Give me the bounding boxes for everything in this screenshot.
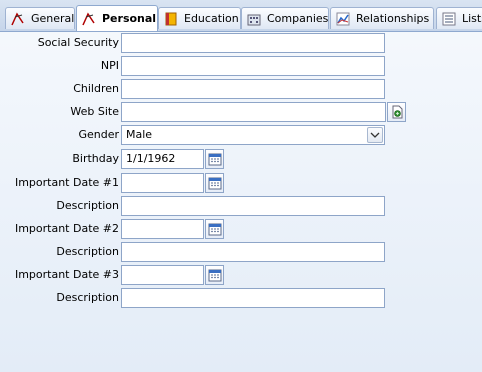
- browse-web-icon: [389, 104, 405, 123]
- personal-tab-icon: [81, 11, 97, 27]
- description-3-field[interactable]: [121, 288, 385, 308]
- important-date-3-label: Important Date #3: [14, 268, 119, 281]
- lists-icon: [441, 11, 457, 27]
- npi-label: NPI: [100, 59, 119, 72]
- browse-web-button[interactable]: [387, 102, 406, 122]
- chevron-down-icon: [369, 129, 381, 144]
- tab-lists-label: Lists: [462, 12, 482, 25]
- children-field[interactable]: [121, 79, 385, 99]
- social-security-field[interactable]: [121, 33, 385, 53]
- description-3-label: Description: [56, 291, 119, 304]
- general-tab-icon: [10, 11, 26, 27]
- calendar-icon: [207, 267, 223, 286]
- tab-education-label: Education: [184, 12, 239, 25]
- description-2-label: Description: [56, 245, 119, 258]
- calendar-icon: [207, 175, 223, 194]
- social-security-label: Social Security: [37, 36, 119, 49]
- relationships-chart-icon: [335, 11, 351, 27]
- important-date-2-label: Important Date #2: [14, 222, 119, 235]
- gender-label: Gender: [78, 128, 119, 141]
- tab-companies-label: Companies: [267, 12, 329, 25]
- web-site-label: Web Site: [70, 105, 119, 118]
- important-date-2-calendar-button[interactable]: [205, 219, 224, 239]
- children-label: Children: [73, 82, 119, 95]
- tab-relationships[interactable]: Relationships: [330, 7, 434, 29]
- important-date-1-calendar-button[interactable]: [205, 173, 224, 193]
- web-site-field[interactable]: [121, 102, 386, 122]
- companies-building-icon: [246, 11, 262, 27]
- gender-dropdown-button[interactable]: [367, 127, 383, 143]
- tab-general[interactable]: General: [5, 7, 75, 29]
- tab-personal-label: Personal: [102, 12, 157, 25]
- important-date-1-field[interactable]: [121, 173, 204, 193]
- description-2-field[interactable]: [121, 242, 385, 262]
- education-book-icon: [163, 11, 179, 27]
- important-date-2-field[interactable]: [121, 219, 204, 239]
- important-date-1-label: Important Date #1: [14, 176, 119, 189]
- gender-select[interactable]: Male: [121, 125, 385, 145]
- tab-bar: General Personal Education Companies Rel…: [0, 0, 482, 32]
- npi-field[interactable]: [121, 56, 385, 76]
- tab-companies[interactable]: Companies: [241, 7, 329, 29]
- description-1-label: Description: [56, 199, 119, 212]
- calendar-icon: [207, 221, 223, 240]
- tab-lists[interactable]: Lists: [436, 7, 482, 29]
- tab-relationships-label: Relationships: [356, 12, 430, 25]
- calendar-icon: [207, 151, 223, 170]
- birthday-calendar-button[interactable]: [205, 149, 224, 169]
- description-1-field[interactable]: [121, 196, 385, 216]
- important-date-3-field[interactable]: [121, 265, 204, 285]
- tab-personal[interactable]: Personal: [76, 5, 158, 31]
- tab-education[interactable]: Education: [158, 7, 241, 29]
- gender-value: Male: [126, 128, 153, 141]
- tab-general-label: General: [31, 12, 75, 25]
- important-date-3-calendar-button[interactable]: [205, 265, 224, 285]
- birthday-field[interactable]: 1/1/1962: [121, 149, 204, 169]
- birthday-label: Birthday: [72, 152, 119, 165]
